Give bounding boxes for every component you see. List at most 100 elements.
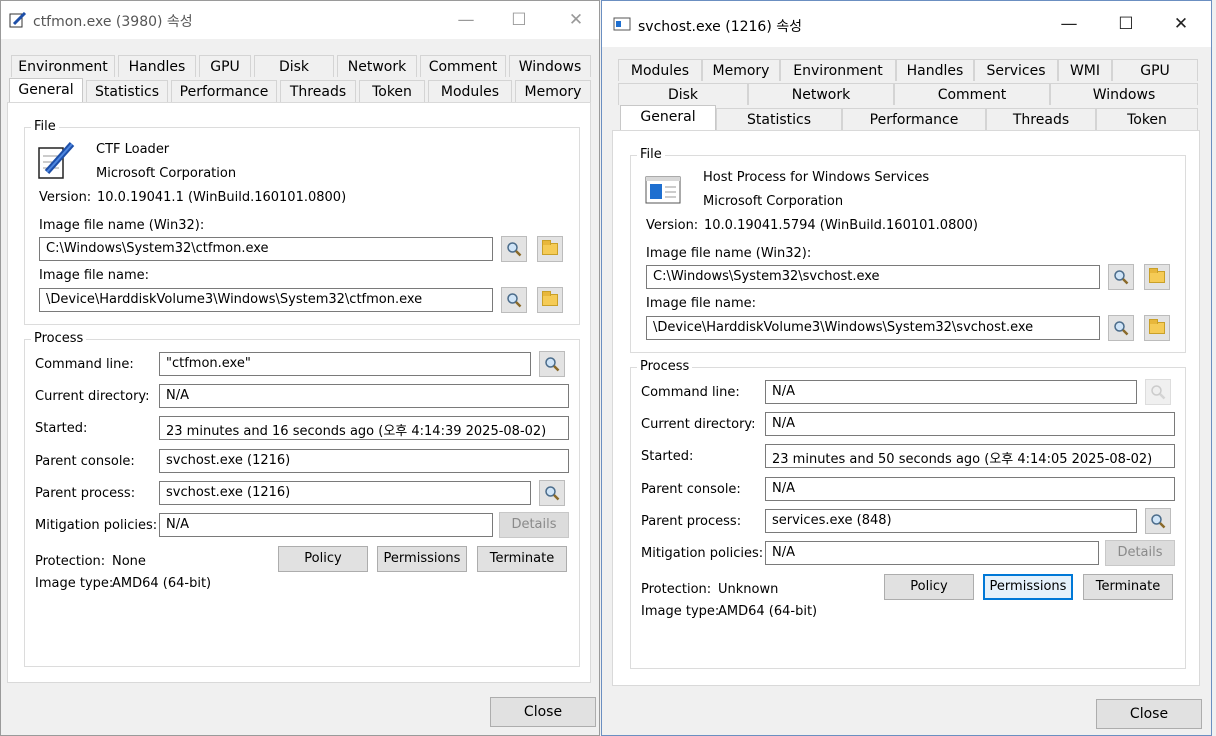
current-directory-field[interactable]: N/A [765,412,1175,436]
parent-console-field[interactable]: svchost.exe (1216) [159,449,569,473]
protection-value: Unknown [718,582,779,597]
image-type-value: AMD64 (64-bit) [718,604,818,619]
parent-console-label: Parent console: [35,454,135,469]
version-label: Version: [646,218,699,233]
tab-windows[interactable]: Windows [509,55,591,77]
details-button[interactable]: Details [1105,540,1175,566]
tab-comment[interactable]: Comment [420,55,506,77]
search-button[interactable] [1108,315,1134,341]
tab-modules[interactable]: Modules [428,80,512,102]
tab-memory[interactable]: Memory [515,80,591,102]
tab-disk[interactable]: Disk [254,55,334,77]
file-description: CTF Loader [96,142,170,157]
process-group-label: Process [31,331,87,346]
search-button[interactable] [501,287,527,313]
started-label: Started: [35,421,88,436]
parent-process-field[interactable]: svchost.exe (1216) [159,481,531,505]
tab-wmi[interactable]: WMI [1058,59,1112,81]
image-file-name-field[interactable]: \Device\HarddiskVolume3\Windows\System32… [646,316,1100,340]
command-line-field[interactable]: "ctfmon.exe" [159,352,531,376]
title-bar[interactable]: ctfmon.exe (3980) 속성 — ☐ ✕ [1,1,599,39]
image-file-name-win32-label: Image file name (Win32): [646,246,812,261]
mitigation-policies-field[interactable]: N/A [159,513,493,537]
terminate-button[interactable]: Terminate [477,546,567,572]
tab-memory[interactable]: Memory [702,59,780,81]
search-button[interactable] [539,480,565,506]
command-line-field[interactable]: N/A [765,380,1137,404]
tab-performance[interactable]: Performance [842,108,986,130]
tab-environment[interactable]: Environment [780,59,896,81]
open-folder-button[interactable] [537,287,563,313]
tab-services[interactable]: Services [974,59,1058,81]
policy-button[interactable]: Policy [884,574,974,600]
mitigation-policies-field[interactable]: N/A [765,541,1099,565]
tab-threads[interactable]: Threads [280,80,356,102]
search-button[interactable] [539,351,565,377]
details-button[interactable]: Details [499,512,569,538]
tab-threads[interactable]: Threads [986,108,1096,130]
image-file-name-win32-field[interactable]: C:\Windows\System32\svchost.exe [646,265,1100,289]
open-folder-button[interactable] [1144,315,1170,341]
process-group-label: Process [637,359,693,374]
permissions-button[interactable]: Permissions [377,546,467,572]
open-folder-button[interactable] [537,236,563,262]
tab-token[interactable]: Token [359,80,425,102]
tab-gpu[interactable]: GPU [1112,59,1198,81]
close-window-button[interactable]: ✕ [561,7,591,33]
tab-modules[interactable]: Modules [618,59,702,81]
started-field[interactable]: 23 minutes and 50 seconds ago (오후 4:14:0… [765,444,1175,468]
started-field[interactable]: 23 minutes and 16 seconds ago (오후 4:14:3… [159,416,569,440]
image-file-name-label: Image file name: [646,296,757,311]
svchost-properties-window: svchost.exe (1216) 속성 — ☐ ✕ Modules Memo… [601,0,1212,736]
tab-network[interactable]: Network [748,83,894,105]
tab-network[interactable]: Network [337,55,417,77]
policy-button[interactable]: Policy [278,546,368,572]
minimize-button[interactable]: — [451,7,481,33]
maximize-button[interactable]: ☐ [504,7,534,33]
notepad-pen-icon [38,142,75,179]
current-directory-field[interactable]: N/A [159,384,569,408]
maximize-button[interactable]: ☐ [1111,11,1141,37]
search-icon [545,357,560,372]
window-title: svchost.exe (1216) 속성 [638,19,802,35]
parent-console-field[interactable]: N/A [765,477,1175,501]
tab-gpu[interactable]: GPU [199,55,251,77]
tab-general[interactable]: General [620,105,716,131]
image-file-name-field[interactable]: \Device\HarddiskVolume3\Windows\System32… [39,288,493,312]
tab-performance[interactable]: Performance [171,80,277,102]
search-button[interactable] [1145,508,1171,534]
file-group: File Host Process for Windows Services M… [630,147,1186,353]
open-folder-button[interactable] [1144,264,1170,290]
search-button[interactable] [501,236,527,262]
tab-handles[interactable]: Handles [118,55,196,77]
tab-statistics[interactable]: Statistics [716,108,842,130]
search-button[interactable] [1108,264,1134,290]
parent-process-label: Parent process: [35,486,136,501]
tab-statistics[interactable]: Statistics [86,80,168,102]
minimize-button[interactable]: — [1054,11,1084,37]
protection-label: Protection: [35,554,106,569]
version-value: 10.0.19041.5794 (WinBuild.160101.0800) [704,218,978,233]
file-group-label: File [637,147,665,162]
tab-general[interactable]: General [9,78,83,103]
tab-handles[interactable]: Handles [896,59,974,81]
title-bar[interactable]: svchost.exe (1216) 속성 — ☐ ✕ [602,1,1211,47]
window-title: ctfmon.exe (3980) 속성 [33,14,193,30]
terminate-button[interactable]: Terminate [1083,574,1173,600]
tab-token[interactable]: Token [1096,108,1198,130]
search-icon [507,242,522,257]
search-icon [507,293,522,308]
tab-disk[interactable]: Disk [618,83,748,105]
parent-process-field[interactable]: services.exe (848) [765,509,1137,533]
close-button[interactable]: Close [1096,699,1202,729]
folder-icon [542,291,558,306]
tab-environment[interactable]: Environment [11,55,115,77]
search-button[interactable] [1145,379,1171,405]
image-file-name-win32-field[interactable]: C:\Windows\System32\ctfmon.exe [39,237,493,261]
close-button[interactable]: Close [490,697,596,727]
tab-comment[interactable]: Comment [894,83,1050,105]
tab-windows[interactable]: Windows [1050,83,1198,105]
close-window-button[interactable]: ✕ [1166,11,1196,37]
protection-label: Protection: [641,582,712,597]
permissions-button[interactable]: Permissions [983,574,1073,600]
